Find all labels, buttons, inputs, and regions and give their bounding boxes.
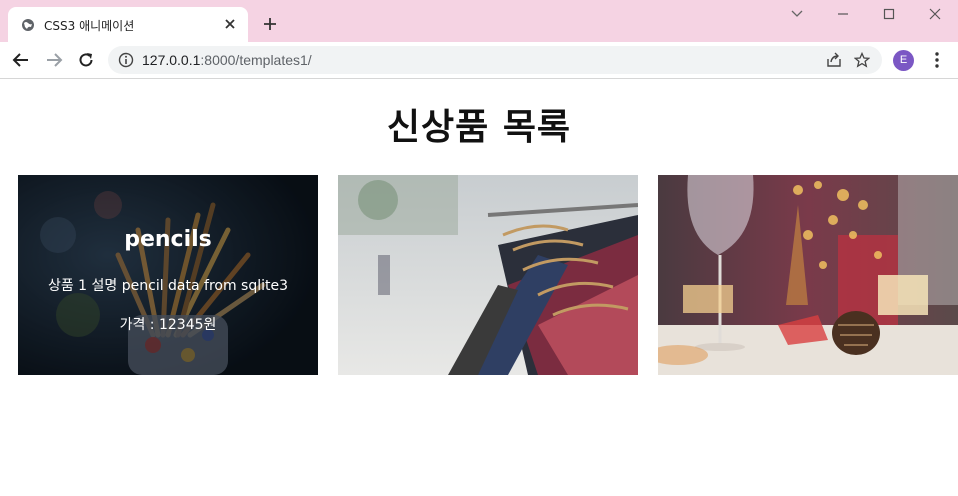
product-card-pencils[interactable]: pencils 상품 1 설명 pencil data from sqlite3… — [18, 175, 318, 375]
maximize-icon[interactable] — [877, 6, 901, 22]
new-tab-icon[interactable] — [262, 16, 278, 32]
browser-tab[interactable]: CSS3 애니메이션 — [8, 7, 248, 42]
wine-glass-table-photo — [658, 175, 958, 375]
more-menu-icon[interactable] — [929, 51, 945, 69]
globe-icon — [22, 19, 34, 31]
tab-search-chevron-icon[interactable] — [785, 6, 809, 22]
product-price: 가격 : 12345원 — [119, 317, 217, 333]
close-window-icon[interactable] — [923, 6, 947, 22]
tab-title: CSS3 애니메이션 — [44, 19, 135, 33]
tab-strip: CSS3 애니메이션 — [0, 0, 958, 42]
url-text[interactable]: 127.0.0.1:8000/templates1/ — [142, 52, 312, 68]
product-description: 상품 1 설명 pencil data from sqlite3 — [47, 278, 289, 294]
browser-toolbar: 127.0.0.1:8000/templates1/ E — [0, 42, 958, 79]
address-bar[interactable]: 127.0.0.1:8000/templates1/ — [108, 46, 882, 74]
minimize-icon[interactable] — [831, 6, 855, 22]
site-info-icon[interactable] — [118, 52, 134, 68]
close-tab-icon[interactable] — [222, 16, 238, 32]
profile-avatar[interactable]: E — [893, 50, 914, 71]
page-title: 신상품 목록 — [386, 107, 572, 148]
reload-icon[interactable] — [77, 51, 95, 69]
product-card-table[interactable] — [658, 175, 958, 375]
bookmark-star-icon[interactable] — [854, 52, 870, 68]
product-overlay: pencils 상품 1 설명 pencil data from sqlite3… — [18, 175, 318, 375]
back-arrow-icon[interactable] — [12, 51, 30, 69]
share-icon[interactable] — [826, 52, 842, 68]
forward-arrow-icon[interactable] — [45, 51, 63, 69]
product-card-clothes[interactable] — [338, 175, 638, 375]
clothes-rack-photo — [338, 175, 638, 375]
product-name: pencils — [124, 227, 212, 252]
